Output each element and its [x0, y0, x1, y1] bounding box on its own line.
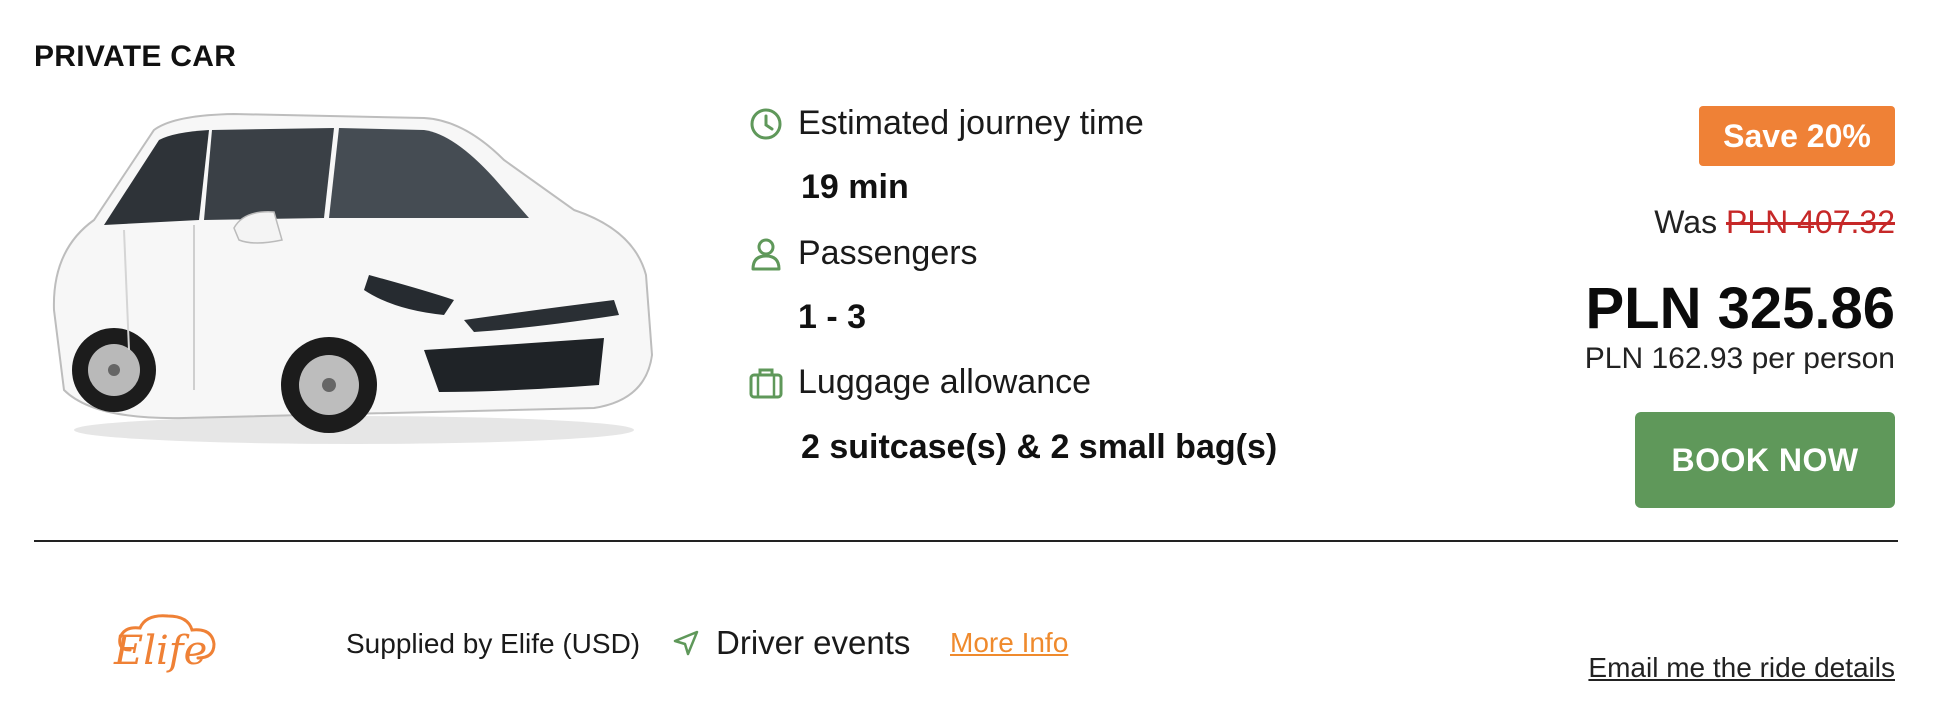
supplied-by-text: Supplied by Elife (USD) [346, 628, 641, 659]
old-price: PLN 407.32 [1725, 204, 1895, 240]
book-now-button[interactable]: BOOK NOW [1635, 412, 1895, 508]
journey-time-value: 19 min [801, 168, 909, 206]
was-price-line: Was PLN 407.32 [1654, 204, 1895, 241]
divider [34, 540, 1898, 542]
navigation-arrow-icon [672, 629, 700, 657]
clock-icon [748, 106, 784, 142]
luggage-label: Luggage allowance [798, 363, 1092, 401]
luggage-value: 2 suitcase(s) & 2 small bag(s) [801, 428, 1278, 466]
was-label: Was [1654, 204, 1718, 240]
passengers-label: Passengers [798, 234, 978, 272]
vehicle-title: PRIVATE CAR [34, 40, 237, 73]
luggage-row: Luggage allowance [748, 363, 1091, 402]
supplier-logo: Elife [110, 610, 240, 680]
more-info-link[interactable]: More Info [950, 627, 1068, 659]
per-person-price: PLN 162.93 per person [1584, 342, 1895, 375]
suitcase-icon [748, 365, 784, 401]
save-badge: Save 20% [1699, 106, 1895, 166]
logo-text: Elife [114, 628, 208, 674]
current-price: PLN 325.86 [1585, 276, 1895, 341]
passengers-value: 1 - 3 [798, 298, 867, 336]
email-ride-details-link[interactable]: Email me the ride details [1588, 652, 1895, 684]
driver-events: Driver events [672, 624, 910, 662]
car-image [52, 112, 654, 444]
journey-time-label: Estimated journey time [798, 104, 1144, 142]
person-icon [748, 236, 784, 272]
journey-time-row: Estimated journey time [748, 104, 1144, 143]
driver-events-label: Driver events [716, 624, 911, 661]
passengers-row: Passengers [748, 234, 978, 273]
